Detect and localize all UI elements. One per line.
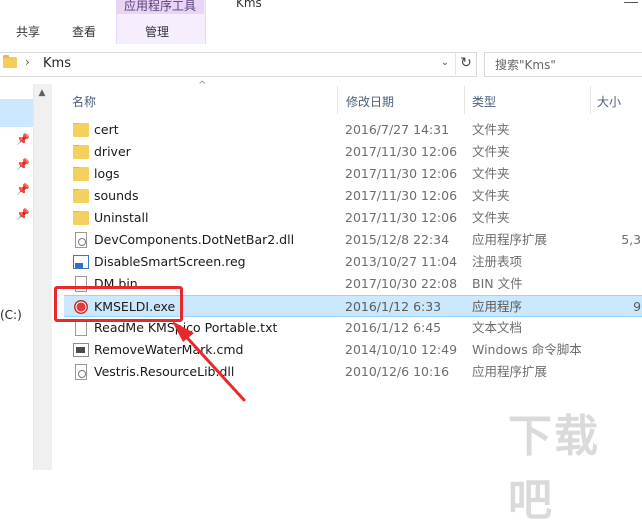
file-date-modified: 2017/11/30 12:06 <box>345 210 458 225</box>
file-row[interactable]: DevComponents.DotNetBar2.dll 2015/12/8 22… <box>64 229 642 251</box>
file-date-modified: 2015/12/8 22:34 <box>345 232 450 247</box>
address-bar[interactable] <box>0 52 477 77</box>
file-size: 88 <box>597 361 642 383</box>
folder-icon <box>73 211 89 225</box>
file-type: 应用程序扩展 <box>472 364 548 379</box>
file-date-modified: 2016/7/27 14:31 <box>345 122 450 137</box>
sort-ascending-icon: ^ <box>198 80 207 91</box>
ribbon <box>0 0 642 45</box>
file-type: 文件夹 <box>472 144 510 159</box>
file-size <box>597 185 642 207</box>
cmd-file-icon <box>73 343 89 357</box>
file-date-modified: 2017/11/30 12:06 <box>345 188 458 203</box>
folder-icon <box>73 167 89 181</box>
file-name: logs <box>94 166 120 181</box>
file-row[interactable]: cert 2016/7/27 14:31 文件夹 <box>64 119 642 141</box>
file-date-modified: 2016/1/12 6:45 <box>345 320 442 335</box>
file-date-modified: 2017/10/30 22:08 <box>345 276 458 291</box>
pin-icon[interactable]: 📌 <box>16 209 30 221</box>
file-type: 文件夹 <box>472 166 510 181</box>
file-date-modified: 2017/11/30 12:06 <box>345 166 458 181</box>
column-header-date[interactable]: 修改日期 <box>346 93 394 109</box>
dll-icon <box>75 364 87 380</box>
file-name: sounds <box>94 188 139 203</box>
tab-manage[interactable]: 管理 <box>145 22 169 42</box>
file-row[interactable]: Vestris.ResourceLib.dll 2010/12/6 10:16 应用… <box>64 361 642 383</box>
file-name: RemoveWaterMark.cmd <box>94 342 244 357</box>
text-file-icon <box>75 320 87 336</box>
folder-icon <box>73 189 89 203</box>
watermark-logo: 下载吧 <box>508 411 600 526</box>
folder-icon <box>73 123 89 137</box>
file-name: cert <box>94 122 119 137</box>
file-size <box>597 163 642 185</box>
column-divider[interactable] <box>590 86 591 114</box>
file-row[interactable]: DisableSmartScreen.reg 2013/10/27 11:04 注册… <box>64 251 642 273</box>
registry-file-icon <box>73 255 89 269</box>
file-row[interactable]: sounds 2017/11/30 12:06 文件夹 <box>64 185 642 207</box>
file-name: driver <box>94 144 131 159</box>
nav-scrollbar[interactable] <box>33 84 52 470</box>
file-size: 5,352 <box>621 232 642 247</box>
file-size <box>597 141 642 163</box>
file-type: BIN 文件 <box>472 276 523 291</box>
column-divider[interactable] <box>464 86 465 114</box>
file-row[interactable]: RemoveWaterMark.cmd 2014/10/10 12:49 Windo… <box>64 339 642 361</box>
column-divider[interactable] <box>337 86 338 114</box>
file-date-modified: 2010/12/6 10:16 <box>345 364 450 379</box>
folder-icon <box>3 55 17 68</box>
file-size: 922 <box>633 299 642 314</box>
file-type: Windows 命令脚本 <box>472 342 582 357</box>
context-group-label: 应用程序工具 <box>116 0 204 14</box>
pin-icon[interactable]: 📌 <box>16 134 30 146</box>
file-size: 1 <box>597 317 642 339</box>
dll-icon <box>75 232 87 248</box>
pin-icon[interactable]: 📌 <box>16 184 30 196</box>
file-name: DevComponents.DotNetBar2.dll <box>94 232 295 247</box>
file-row[interactable]: Uninstall 2017/11/30 12:06 文件夹 <box>64 207 642 229</box>
pin-icon[interactable]: 📌 <box>16 159 30 171</box>
minimize-button[interactable] <box>620 0 642 12</box>
file-name: Uninstall <box>94 210 149 225</box>
file-type: 文本文档 <box>472 320 523 335</box>
file-size <box>597 207 642 229</box>
nav-item-drive-c[interactable]: (C:) <box>0 308 22 322</box>
column-header-size[interactable]: 大小 <box>597 93 621 109</box>
file-date-modified: 2017/11/30 12:06 <box>345 144 458 159</box>
file-size: 0 <box>597 273 642 295</box>
file-type: 文件夹 <box>472 188 510 203</box>
file-date-modified: 2016/1/12 6:33 <box>345 299 442 314</box>
file-size: 1 <box>597 339 642 361</box>
refresh-icon[interactable]: ↻ <box>455 52 476 75</box>
breadcrumb-path[interactable]: Kms <box>43 56 71 71</box>
column-header-type[interactable]: 类型 <box>472 93 496 109</box>
nav-item-selected[interactable] <box>0 99 33 127</box>
file-size <box>597 119 642 141</box>
file-name: Vestris.ResourceLib.dll <box>94 364 235 379</box>
file-type: 应用程序扩展 <box>472 232 548 247</box>
chevron-down-icon[interactable]: ⌄ <box>438 55 452 71</box>
tab-view[interactable]: 查看 <box>72 22 96 42</box>
file-name: DisableSmartScreen.reg <box>94 254 246 269</box>
file-size: 1 <box>597 251 642 273</box>
file-date-modified: 2013/10/27 11:04 <box>345 254 458 269</box>
file-type: 文件夹 <box>472 210 510 225</box>
breadcrumb-chevron-icon[interactable]: › <box>25 55 30 69</box>
highlight-box <box>54 286 183 322</box>
scroll-up-icon[interactable]: ▲ <box>33 84 51 102</box>
minimize-icon <box>624 2 638 3</box>
file-type: 文件夹 <box>472 122 510 137</box>
file-type: 应用程序 <box>472 299 523 314</box>
window-title: Kms <box>236 0 262 10</box>
file-row[interactable]: driver 2017/11/30 12:06 文件夹 <box>64 141 642 163</box>
folder-icon <box>73 145 89 159</box>
file-date-modified: 2014/10/10 12:49 <box>345 342 458 357</box>
search-placeholder: 搜索"Kms" <box>495 58 556 72</box>
column-header-name[interactable]: 名称 <box>72 93 96 109</box>
file-row[interactable]: logs 2017/11/30 12:06 文件夹 <box>64 163 642 185</box>
tab-share[interactable]: 共享 <box>16 22 40 42</box>
file-type: 注册表项 <box>472 254 523 269</box>
